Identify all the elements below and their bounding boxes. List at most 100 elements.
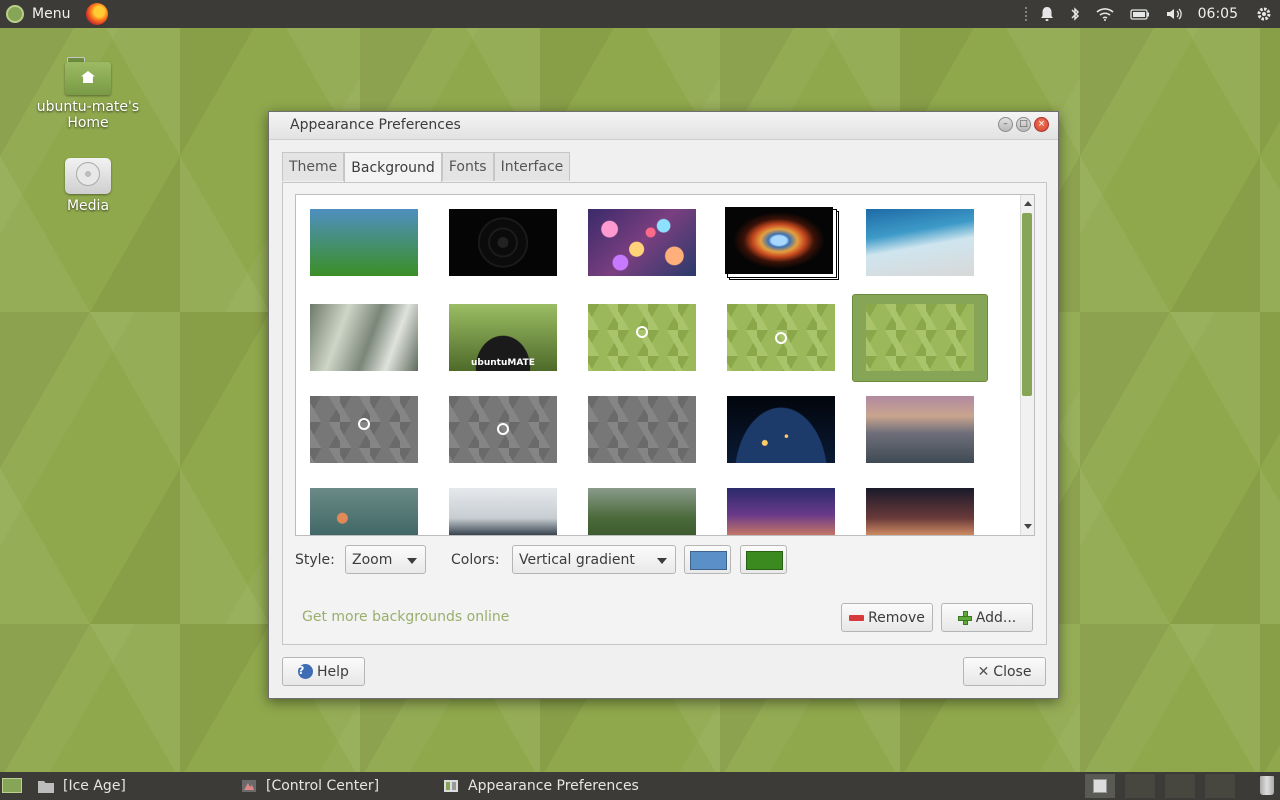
appearance-preferences-window: Appearance Preferences – □ × Theme Backg… [268,111,1059,699]
maximize-button[interactable]: □ [1016,117,1031,132]
tray-handle-icon[interactable] [1024,0,1028,28]
primary-color-swatch [690,551,727,570]
wallpaper-scrollbar[interactable] [1020,195,1034,535]
secondary-color-button[interactable] [740,545,787,574]
main-menu-label: Menu [32,6,71,22]
wallpaper-thumb[interactable] [449,209,557,276]
taskbar-item-label: [Control Center] [266,778,380,794]
wallpaper-thumb[interactable] [449,488,557,535]
style-dropdown[interactable]: Zoom [345,545,426,574]
bluetooth-icon[interactable] [1070,0,1080,28]
close-icon: ✕ [977,663,990,680]
volume-icon[interactable] [1166,0,1184,28]
close-label: Close [993,663,1032,680]
appearance-icon [444,780,458,792]
remove-button[interactable]: Remove [841,603,933,632]
wifi-icon[interactable] [1096,0,1114,28]
help-label: Help [317,663,349,680]
colors-dropdown-value: Vertical gradient [519,551,635,568]
wallpaper-thumb-stacked[interactable] [725,207,833,274]
chevron-down-icon [407,558,417,564]
add-button[interactable]: Add... [941,603,1033,632]
wallpaper-thumb[interactable] [588,304,696,371]
close-window-button[interactable]: × [1034,117,1049,132]
wallpaper-thumb-selected[interactable] [866,304,974,371]
firefox-launcher-icon[interactable] [86,3,109,25]
wallpaper-thumb[interactable] [449,396,557,463]
battery-icon[interactable] [1129,0,1150,28]
tab-theme[interactable]: Theme [282,152,345,181]
drive-icon [65,158,111,194]
wallpaper-thumb[interactable] [866,209,974,276]
style-row: Style: Zoom Colors: Vertical gradient [295,545,1035,575]
taskbar-item-control-center[interactable]: [Control Center] [241,772,379,800]
get-more-backgrounds-link[interactable]: Get more backgrounds online [302,609,509,625]
workspace-4[interactable] [1205,774,1235,798]
style-label: Style: [295,552,335,568]
wallpaper-thumb[interactable] [310,304,418,371]
scroll-down-arrow-icon[interactable] [1024,524,1032,529]
wallpaper-thumb[interactable] [310,209,418,276]
workspace-1[interactable] [1085,774,1115,798]
workspace-2[interactable] [1125,774,1155,798]
desktop-home-folder[interactable]: ubuntu-mate's Home [33,57,143,131]
trash-icon[interactable] [1260,776,1274,795]
folder-icon [38,781,54,793]
add-icon [957,610,972,625]
background-tab-panel: ubuntuMATE Style: Zoom Colors: Vertical … [282,182,1047,645]
tab-interface[interactable]: Interface [493,152,571,181]
mate-logo-icon [6,5,24,23]
tab-bar: Theme Background Fonts Interface [282,152,571,182]
wallpaper-thumb[interactable] [588,209,696,276]
scrollbar-thumb[interactable] [1022,213,1032,396]
taskbar-item-ice-age[interactable]: [Ice Age] [38,772,126,800]
control-center-icon [242,780,256,792]
notification-bell-icon[interactable] [1040,0,1054,28]
system-tray: 06:05 [1016,0,1280,28]
wallpaper-thumb[interactable] [727,396,835,463]
colors-dropdown[interactable]: Vertical gradient [512,545,676,574]
wallpaper-thumb[interactable] [866,396,974,463]
close-button[interactable]: ✕ Close [963,657,1046,686]
workspace-3[interactable] [1165,774,1195,798]
help-button[interactable]: ? Help [282,657,365,686]
window-titlebar[interactable]: Appearance Preferences – □ × [269,112,1058,140]
taskbar-item-appearance-preferences[interactable]: Appearance Preferences [443,772,639,800]
desktop-icon-label: Media [66,198,110,214]
top-panel: Menu 06:05 [0,0,1280,28]
tab-background[interactable]: Background [344,152,442,182]
main-menu-button[interactable]: Menu [0,0,76,28]
bottom-panel: [Ice Age] [Control Center] Appearance Pr… [0,772,1280,800]
wallpaper-thumb[interactable]: ubuntuMATE [449,304,557,371]
wallpaper-thumb[interactable] [310,396,418,463]
colors-label: Colors: [451,552,500,568]
wallpaper-thumb[interactable] [588,488,696,535]
desktop-icon-label: ubuntu-mate's Home [36,99,140,131]
window-title: Appearance Preferences [290,117,461,133]
taskbar-item-label: Appearance Preferences [468,778,639,794]
wallpaper-thumb[interactable] [727,304,835,371]
wallpaper-thumb[interactable] [310,488,418,535]
system-gear-icon[interactable] [1256,0,1272,28]
style-dropdown-value: Zoom [352,551,393,568]
desktop-media-drive[interactable]: Media [33,158,143,214]
help-icon: ? [298,664,314,679]
wallpaper-thumb[interactable] [866,488,974,535]
secondary-color-swatch [746,551,783,570]
wallpaper-thumb[interactable] [727,488,835,535]
show-desktop-icon[interactable] [2,778,22,793]
clock[interactable]: 06:05 [1198,6,1238,22]
taskbar-item-label: [Ice Age] [63,778,126,794]
remove-icon [849,614,865,621]
add-label: Add... [975,609,1017,626]
home-folder-icon [65,57,111,95]
tab-fonts[interactable]: Fonts [441,152,494,181]
minimize-button[interactable]: – [998,117,1013,132]
scroll-up-arrow-icon[interactable] [1024,201,1032,206]
chevron-down-icon [657,558,667,564]
primary-color-button[interactable] [684,545,731,574]
remove-label: Remove [868,609,925,626]
workspace-window-icon [1093,779,1107,793]
wallpaper-grid: ubuntuMATE [295,194,1035,536]
wallpaper-thumb[interactable] [588,396,696,463]
